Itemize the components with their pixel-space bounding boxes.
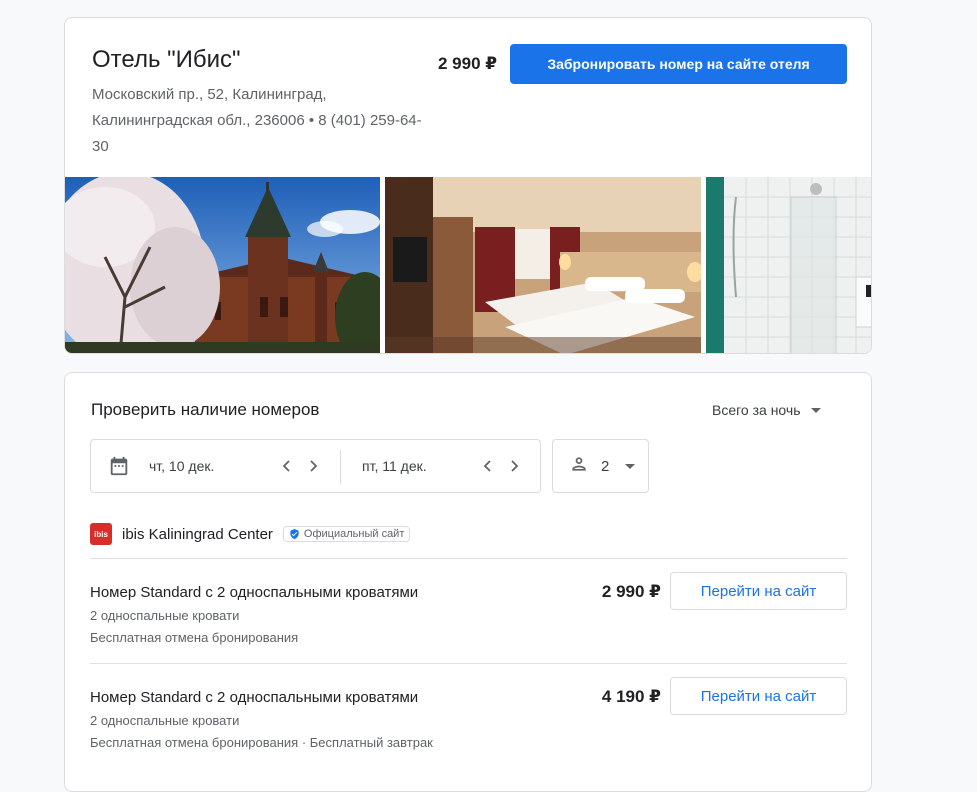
caret-down-icon	[625, 463, 636, 469]
divider	[90, 558, 847, 559]
hotel-card: Отель "Ибис" Московский пр., 52, Калинин…	[64, 17, 872, 354]
photo-strip	[65, 177, 871, 353]
checkout-prev-icon[interactable]	[478, 456, 498, 476]
room-beds: 2 односпальные кровати	[90, 608, 240, 623]
official-site-badge: Официальный сайт	[282, 526, 411, 542]
photo-room[interactable]	[385, 177, 701, 353]
go-to-site-button[interactable]: Перейти на сайт	[670, 572, 847, 610]
availability-card: Проверить наличие номеров Всего за ночь …	[64, 372, 872, 792]
photo-cathedral[interactable]	[65, 177, 380, 353]
room-offer-2: Номер Standard с 2 односпальными кроватя…	[90, 677, 847, 777]
room-policy: Бесплатная отмена бронирования	[90, 630, 299, 645]
ibis-logo: ibis	[90, 523, 112, 545]
room-price: 4 190 ₽	[601, 687, 661, 706]
room-name: Номер Standard с 2 односпальными кроватя…	[90, 584, 419, 601]
book-on-hotel-site-button[interactable]: Забронировать номер на сайте отеля	[510, 44, 847, 84]
divider	[90, 663, 847, 664]
person-icon	[569, 454, 589, 479]
go-to-site-button[interactable]: Перейти на сайт	[670, 677, 847, 715]
date-picker: чт, 10 дек. пт, 11 дек.	[90, 439, 541, 493]
price-mode-dropdown[interactable]: Всего за ночь	[712, 402, 821, 418]
guests-dropdown[interactable]: 2	[552, 439, 649, 493]
photo-bathroom[interactable]	[706, 177, 871, 353]
verified-shield-icon	[290, 528, 299, 540]
partner-name[interactable]: ibis Kaliningrad Center	[122, 526, 273, 543]
room-beds: 2 односпальные кровати	[90, 713, 240, 728]
price-mode-label: Всего за ночь	[712, 402, 801, 418]
partner-header: ibis ibis Kaliningrad Center Официальный…	[90, 523, 411, 545]
room-price: 2 990 ₽	[601, 582, 661, 601]
calendar-icon[interactable]	[108, 455, 130, 482]
header-price: 2 990 ₽	[438, 54, 498, 73]
caret-down-icon	[810, 407, 821, 413]
checkin-prev-icon[interactable]	[277, 456, 297, 476]
date-divider	[340, 450, 341, 484]
room-offer-1: Номер Standard с 2 односпальными кроватя…	[90, 572, 847, 672]
checkout-date[interactable]: пт, 11 дек.	[362, 458, 427, 474]
room-policy: Бесплатная отмена бронирования · Бесплат…	[90, 735, 433, 750]
checkin-next-icon[interactable]	[303, 456, 323, 476]
availability-title: Проверить наличие номеров	[91, 400, 320, 419]
hotel-title: Отель "Ибис"	[92, 46, 241, 73]
official-site-label: Официальный сайт	[303, 528, 405, 540]
hotel-address: Московский пр., 52, Калининград, Калинин…	[92, 86, 422, 155]
room-name: Номер Standard с 2 односпальными кроватя…	[90, 689, 419, 706]
checkout-next-icon[interactable]	[504, 456, 524, 476]
guests-count: 2	[601, 457, 610, 475]
checkin-date[interactable]: чт, 10 дек.	[149, 458, 214, 474]
